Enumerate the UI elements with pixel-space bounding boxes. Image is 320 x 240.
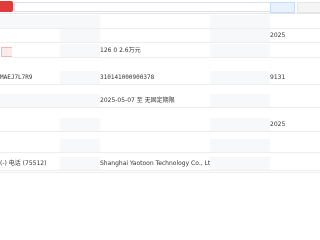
left-value-6 <box>0 139 60 153</box>
label-5 <box>60 118 100 132</box>
value-3: 310141000900378 <box>100 71 210 85</box>
left-value-3: MAEJ7L7R9 <box>0 71 60 85</box>
value-5b: 2025 <box>270 118 320 132</box>
label-3b <box>210 71 270 85</box>
divider <box>0 172 320 173</box>
label-6b <box>210 139 270 153</box>
value-7b <box>270 157 320 171</box>
scope-line-2 <box>4 203 316 214</box>
search-input[interactable] <box>14 2 271 12</box>
left-value-5 <box>0 118 60 132</box>
label-7 <box>60 157 100 171</box>
label-6 <box>60 139 100 153</box>
left-label-4 <box>0 94 60 108</box>
value-1 <box>100 29 210 43</box>
label-4 <box>60 94 100 108</box>
label-2 <box>60 44 100 58</box>
red-tag <box>0 1 13 12</box>
tab-other[interactable] <box>297 2 320 13</box>
scope-line-3 <box>4 216 316 227</box>
label-0b <box>210 15 270 29</box>
label-7b <box>210 157 270 171</box>
left-value-1 <box>0 29 60 43</box>
scope-line-1 <box>4 190 316 201</box>
label-0 <box>60 15 100 29</box>
label-5b <box>210 118 270 132</box>
top-bar <box>0 0 320 14</box>
scope-line-0 <box>4 177 316 188</box>
label-2b <box>210 44 270 58</box>
value-2b <box>270 44 320 58</box>
value-6b <box>270 139 320 153</box>
value-0 <box>100 15 210 29</box>
tab-active[interactable] <box>270 2 295 13</box>
value-1b: 2025 <box>270 29 320 43</box>
value-4: 2025-05-07 至 无固定期限 <box>100 94 210 108</box>
label-1 <box>60 29 100 43</box>
value-0b <box>270 15 320 29</box>
left-link-2[interactable] <box>12 44 60 58</box>
value-5 <box>100 118 210 132</box>
label-1b <box>210 29 270 43</box>
value-7: Shanghai Yaotoon Technology Co., Ltd. <box>100 157 210 171</box>
value-2: 126 0 2.6万元 <box>100 44 210 58</box>
value-4b <box>270 94 320 108</box>
left-label-0 <box>0 15 60 29</box>
scope-line-4 <box>4 229 316 240</box>
left-value-7: (-) 电话 (75512) <box>0 157 60 171</box>
value-6 <box>100 139 210 153</box>
value-3b: 9131 <box>270 71 320 85</box>
label-3 <box>60 71 100 85</box>
label-4b <box>210 94 270 108</box>
